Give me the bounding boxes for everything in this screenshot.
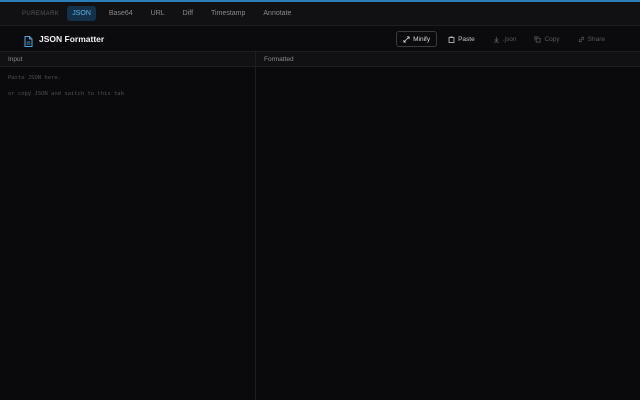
- document-icon: [24, 34, 33, 47]
- page-title: JSON Formatter: [39, 34, 105, 44]
- expand-arrows-icon: [403, 35, 410, 43]
- minify-button[interactable]: Minify: [396, 31, 438, 47]
- share-label: Share: [587, 35, 605, 43]
- brand-logo-text[interactable]: PUREMARK: [22, 11, 59, 17]
- link-icon: [578, 36, 584, 42]
- download-json-label: .json: [502, 35, 517, 43]
- copy-label: Copy: [544, 35, 560, 43]
- copy-icon: [534, 35, 541, 43]
- input-pane[interactable]: Input Paste JSON here. or copy JSON and …: [0, 52, 255, 400]
- tab-url[interactable]: URL: [146, 6, 170, 21]
- toolbar-actions: Minify Paste .json Copy Share: [392, 31, 612, 47]
- paste-button[interactable]: Paste: [441, 31, 482, 47]
- input-placeholder-line-1: Paste JSON here.: [8, 75, 61, 81]
- tab-json[interactable]: JSON: [67, 6, 96, 21]
- download-json-button[interactable]: .json: [486, 31, 524, 47]
- input-editor[interactable]: Paste JSON here. or copy JSON and switch…: [0, 67, 255, 105]
- tab-diff[interactable]: Diff: [178, 6, 198, 21]
- tab-base64[interactable]: Base64: [104, 6, 138, 21]
- input-pane-header: Input: [0, 52, 255, 67]
- output-pane-header: Formatted: [256, 52, 640, 67]
- tool-header: JSON Formatter Minify Paste .json Copy S…: [0, 27, 640, 52]
- paste-label: Paste: [458, 35, 475, 43]
- download-icon: [493, 36, 499, 43]
- output-viewer[interactable]: [256, 67, 640, 81]
- clipboard-icon: [448, 36, 455, 43]
- top-nav: PUREMARK JSON Base64 URL Diff Timestamp …: [0, 2, 640, 26]
- input-placeholder-line-2: or copy JSON and switch to this tab: [8, 91, 124, 97]
- output-pane: Formatted: [256, 52, 640, 400]
- share-button[interactable]: Share: [571, 31, 612, 47]
- tab-annotate[interactable]: Annotate: [258, 6, 296, 21]
- minify-label: Minify: [413, 35, 431, 43]
- tab-timestamp[interactable]: Timestamp: [206, 6, 250, 21]
- copy-button[interactable]: Copy: [527, 31, 566, 47]
